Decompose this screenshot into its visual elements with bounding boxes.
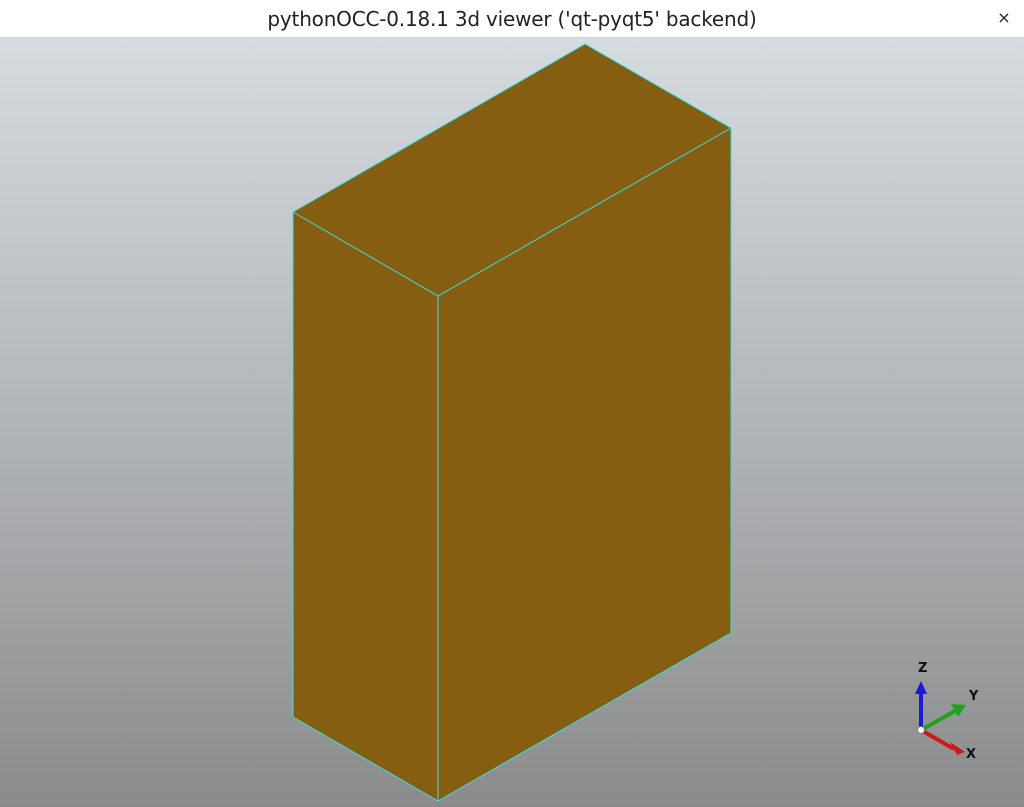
viewer-window: pythonOCC-0.18.1 3d viewer ('qt-pyqt5' b… bbox=[0, 0, 1024, 807]
x-axis-icon bbox=[920, 728, 965, 755]
y-axis-icon bbox=[920, 704, 966, 732]
title-bar[interactable]: pythonOCC-0.18.1 3d viewer ('qt-pyqt5' b… bbox=[0, 0, 1024, 38]
axis-trihedron: Z Y X bbox=[915, 661, 979, 762]
window-title: pythonOCC-0.18.1 3d viewer ('qt-pyqt5' b… bbox=[267, 7, 757, 31]
close-button[interactable]: × bbox=[992, 6, 1016, 30]
z-axis-label: Z bbox=[918, 661, 927, 676]
box-shape[interactable] bbox=[292, 43, 733, 802]
scene: Z Y X bbox=[292, 43, 979, 802]
x-axis-label: X bbox=[966, 747, 976, 762]
y-axis-label: Y bbox=[968, 689, 979, 704]
z-axis-icon bbox=[915, 681, 927, 730]
box-left-face bbox=[293, 212, 438, 801]
origin-dot bbox=[917, 726, 925, 734]
3d-viewport[interactable]: Z Y X bbox=[0, 38, 1024, 807]
